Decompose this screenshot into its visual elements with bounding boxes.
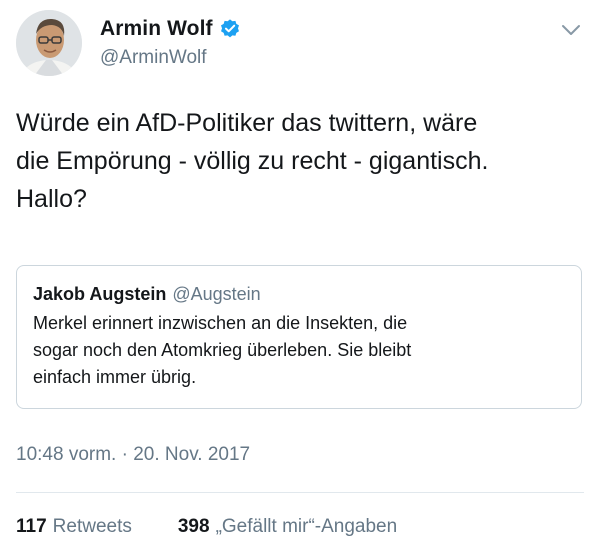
quoted-author-name: Jakob Augstein bbox=[33, 284, 167, 304]
quoted-author-handle: @Augstein bbox=[172, 284, 261, 304]
quoted-text-line: einfach immer übrig. bbox=[33, 367, 197, 387]
chevron-down-icon[interactable] bbox=[560, 22, 582, 38]
likes-stat[interactable]: 398 „Gefällt mir“-Angaben bbox=[178, 516, 397, 538]
tweet-text-line: Hallo? bbox=[16, 185, 87, 213]
likes-count: 398 bbox=[177, 516, 210, 537]
avatar-image bbox=[16, 10, 82, 76]
quoted-text-line: sogar noch den Atomkrieg überleben. Sie … bbox=[33, 340, 412, 360]
likes-label: „Gefällt mir“-Angaben bbox=[215, 516, 398, 537]
retweets-label: Retweets bbox=[52, 516, 132, 537]
quoted-text-line: Merkel erinnert inzwischen an die Insekt… bbox=[33, 313, 408, 333]
quoted-tweet-header: Jakob Augstein @Augstein bbox=[33, 282, 565, 306]
author-display-name[interactable]: Armin Wolf bbox=[100, 17, 213, 41]
tweet-card: Armin Wolf @ArminWolf Würde ein AfD-Poli… bbox=[0, 0, 600, 553]
tweet-timestamp[interactable]: 10:48 vorm. · 20. Nov. 2017 bbox=[16, 444, 250, 466]
quoted-tweet-text: Merkel erinnert inzwischen an die Insekt… bbox=[33, 310, 553, 391]
author-name-row[interactable]: Armin Wolf bbox=[100, 16, 241, 42]
tweet-stats: 117 Retweets 398 „Gefällt mir“-Angaben bbox=[16, 516, 397, 538]
verified-badge-icon bbox=[219, 18, 241, 40]
tweet-text: Würde ein AfD-Politiker das twittern, wä… bbox=[16, 104, 586, 218]
retweets-count: 117 bbox=[16, 516, 47, 537]
tweet-text-line: Würde ein AfD-Politiker das twittern, wä… bbox=[16, 109, 478, 137]
quoted-tweet-card[interactable]: Jakob Augstein @Augstein Merkel erinnert … bbox=[16, 265, 582, 409]
author-avatar[interactable] bbox=[16, 10, 82, 76]
divider bbox=[16, 492, 584, 493]
author-handle[interactable]: @ArminWolf bbox=[100, 47, 207, 69]
tweet-text-line: die Empörung - völlig zu recht - giganti… bbox=[16, 147, 489, 175]
retweets-stat[interactable]: 117 Retweets bbox=[16, 516, 132, 538]
